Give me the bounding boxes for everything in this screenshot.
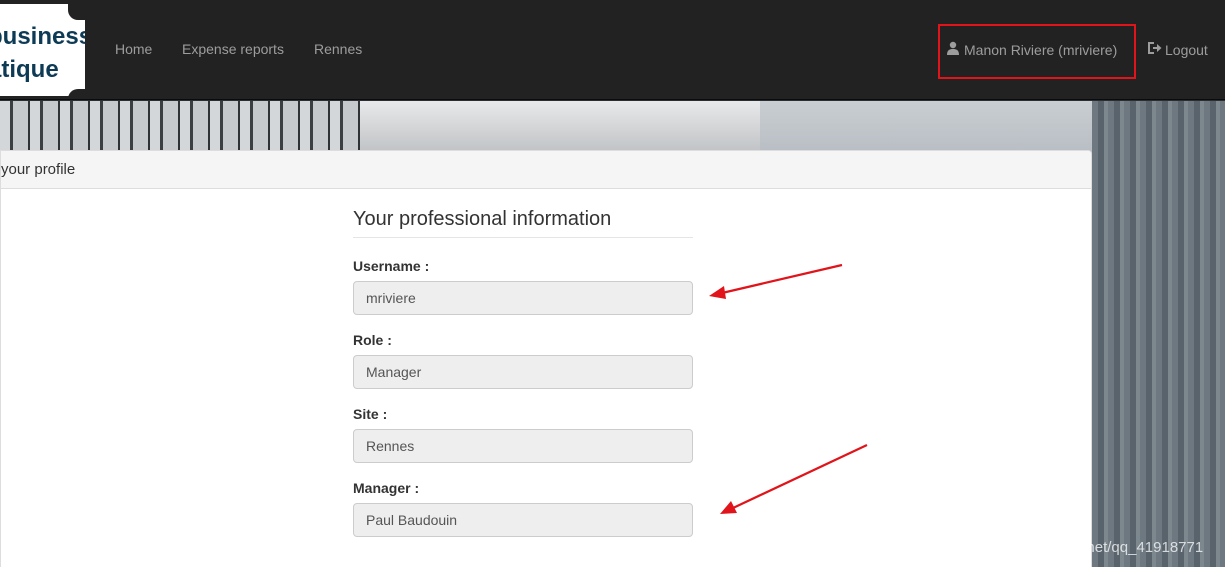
nav-home-link[interactable]: Home [115, 41, 152, 57]
logo-line-1: business [0, 23, 85, 50]
logout-icon [1147, 41, 1162, 58]
manager-label: Manager : [353, 480, 420, 496]
watermark-text: https://blog.csdn.net/qq_41918771 [973, 539, 1204, 556]
username-label: Username : [353, 258, 430, 274]
user-icon [946, 41, 960, 58]
user-name-label: Manon Riviere (mriviere) [964, 41, 1118, 58]
section-title: Your professional information [353, 208, 693, 238]
brand-logo[interactable]: business atique [0, 4, 85, 96]
nav-expense-reports-link[interactable]: Expense reports [182, 41, 284, 57]
logo-line-2: atique [0, 56, 59, 83]
logo-text: business atique [0, 20, 85, 86]
logout-label: Logout [1165, 41, 1208, 58]
manager-field[interactable] [353, 503, 693, 537]
username-field[interactable] [353, 281, 693, 315]
site-field[interactable] [353, 429, 693, 463]
profile-panel: your profile Your professional informati… [0, 150, 1092, 567]
nav-site-link[interactable]: Rennes [314, 41, 362, 57]
site-label: Site : [353, 406, 388, 422]
role-label: Role : [353, 332, 392, 348]
background-wall-left [0, 101, 360, 151]
role-field[interactable] [353, 355, 693, 389]
top-navbar: business atique Home Expense reports Ren… [0, 0, 1225, 100]
panel-heading: your profile [1, 151, 1091, 189]
logo-notch-top [68, 4, 85, 20]
logo-notch-bottom [68, 89, 85, 96]
user-profile-link[interactable]: Manon Riviere (mriviere) [946, 41, 1117, 58]
background-wall-right [1092, 101, 1225, 567]
logout-link[interactable]: Logout [1147, 41, 1208, 58]
